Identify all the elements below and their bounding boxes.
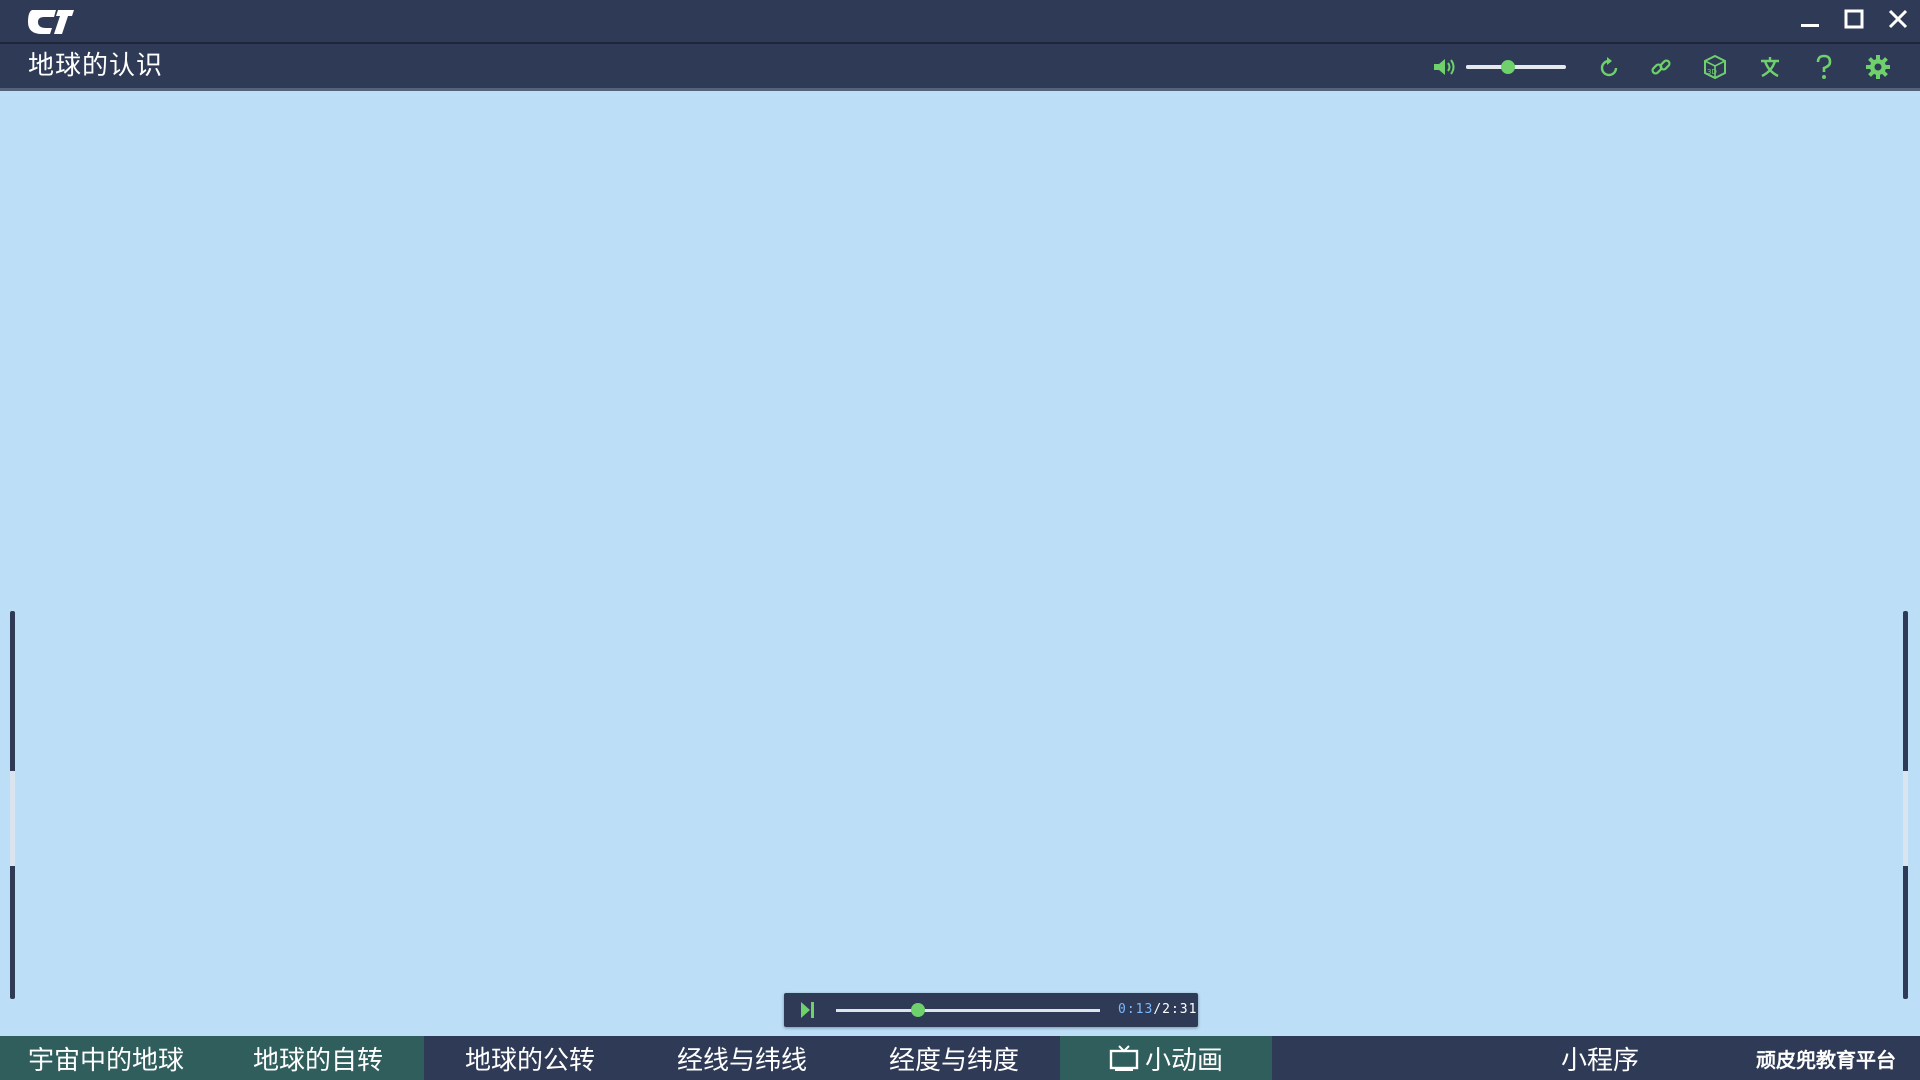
play-pause-button[interactable] [798,1001,818,1019]
tab-label: 地球的自转 [252,1045,383,1076]
page-title: 地球的认识 [28,51,164,81]
volume-slider[interactable] [1466,60,1566,74]
tab-meridians-parallels[interactable]: 经线与纬线 [636,1036,848,1080]
maximize-button[interactable] [1836,4,1872,38]
left-side-slider-thumb[interactable] [10,771,15,866]
volume-slider-knob[interactable] [1501,60,1515,74]
left-side-slider[interactable] [10,611,15,999]
tv-icon [1109,1044,1139,1072]
title-bar [0,0,1920,44]
tab-label: 宇宙中的地球 [27,1045,184,1076]
time-separator: / [1153,1002,1163,1017]
close-icon [1887,8,1909,34]
brand-label: 顽皮兜教育平台 [1756,1047,1896,1072]
tab-label: 经度与纬度 [888,1045,1019,1076]
bottom-nav: 宇宙中的地球 地球的自转 地球的公转 经线与纬线 经度与纬度 小动画 小程序 顽… [0,1036,1920,1080]
svg-text:3D: 3D [1707,68,1717,76]
tab-label: 小动画 [1144,1045,1223,1076]
mini-program-button[interactable]: 小程序 [1520,1036,1680,1080]
volume-icon[interactable] [1430,52,1460,82]
right-side-slider-thumb[interactable] [1903,771,1908,866]
maximize-icon [1843,8,1865,34]
help-icon[interactable] [1809,52,1839,82]
right-side-slider[interactable] [1903,611,1908,999]
minimize-button[interactable] [1792,4,1828,38]
settings-icon[interactable] [1863,52,1893,82]
play-icon [798,1002,818,1023]
video-progress-bar[interactable] [836,1003,1100,1017]
tab-label: 经线与纬线 [676,1045,807,1076]
tab-earth-revolution[interactable]: 地球的公转 [424,1036,636,1080]
3d-box-icon[interactable]: 3D [1700,52,1730,82]
video-player-bar: 0:13/2:31 [784,993,1198,1027]
link-icon[interactable] [1646,52,1676,82]
minimize-icon [1799,8,1821,34]
header-bar: 地球的认识 3D [0,44,1920,91]
tab-animation[interactable]: 小动画 [1060,1036,1272,1080]
current-time: 0:13 [1118,1002,1154,1017]
tab-label: 地球的公转 [464,1045,595,1076]
mini-program-label: 小程序 [1560,1045,1639,1076]
app-window: 地球的认识 3D 0:13/2:31 宇宙中的地球 地球的自转 地球的公转 经线… [0,0,1920,1080]
close-button[interactable] [1880,4,1916,38]
total-time: 2:31 [1162,1002,1198,1017]
app-logo-icon [26,6,76,36]
text-icon[interactable] [1755,52,1785,82]
tab-longitude-latitude[interactable]: 经度与纬度 [848,1036,1060,1080]
tab-universe-earth[interactable]: 宇宙中的地球 [0,1036,212,1080]
video-progress-knob[interactable] [910,1003,925,1017]
tab-earth-rotation[interactable]: 地球的自转 [212,1036,424,1080]
video-time: 0:13/2:31 [1118,1002,1197,1018]
refresh-icon[interactable] [1594,52,1624,82]
